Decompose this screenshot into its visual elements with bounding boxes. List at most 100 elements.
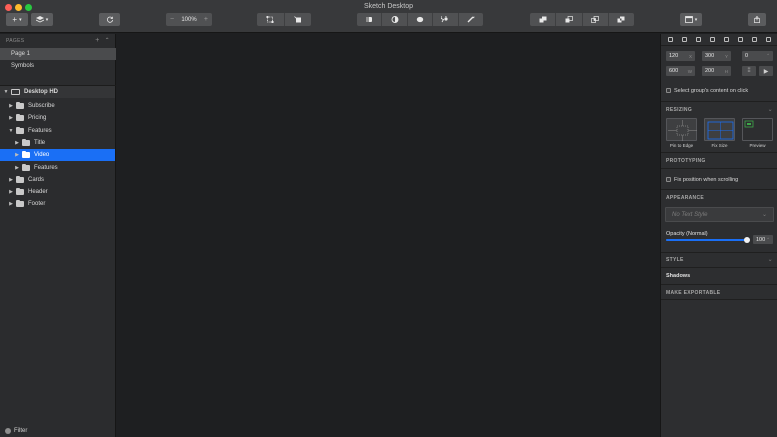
insert-button[interactable]: + ▾ xyxy=(6,13,28,26)
width-field[interactable]: 600 W xyxy=(666,66,695,76)
forward-backward-button[interactable] xyxy=(99,13,120,26)
inspector-divider xyxy=(661,101,777,102)
rotation-stepper-icon[interactable]: ⌃ xyxy=(766,53,770,59)
difference-button[interactable] xyxy=(609,13,634,26)
union-icon xyxy=(539,16,547,23)
zoom-out-button[interactable]: − xyxy=(170,16,174,23)
distribute-horizontal-icon[interactable] xyxy=(751,36,757,42)
view-button[interactable]: ▾ xyxy=(680,13,702,26)
y-position-field[interactable]: 300 Y xyxy=(702,51,731,61)
disclosure-open-icon[interactable]: ▼ xyxy=(8,128,14,134)
toolbar: Sketch Desktop + ▾ ▾ − 100% + ▾ xyxy=(0,0,777,33)
filter-bar[interactable]: Filter xyxy=(0,425,116,437)
disclosure-closed-icon[interactable]: ▶ xyxy=(14,140,20,146)
disclosure-closed-icon[interactable]: ▶ xyxy=(14,165,20,171)
distribute-vertical-icon[interactable] xyxy=(765,36,771,42)
rotate-copies-button[interactable] xyxy=(459,13,483,26)
layer-row[interactable]: ▶ Subscribe xyxy=(0,100,115,112)
export-section-header[interactable]: MAKE EXPORTABLE xyxy=(661,287,777,298)
artboard-row[interactable]: ▼ Desktop HD xyxy=(0,86,115,98)
align-center-icon[interactable] xyxy=(682,36,688,42)
layer-label: Pricing xyxy=(28,115,47,122)
text-style-select[interactable]: No Text Style ⌄ xyxy=(665,207,774,222)
subtract-button[interactable] xyxy=(556,13,583,26)
rotate-button[interactable] xyxy=(285,13,312,26)
union-button[interactable] xyxy=(530,13,557,26)
scale-icon xyxy=(391,16,399,23)
crop-button[interactable] xyxy=(257,13,285,26)
preview-option[interactable] xyxy=(742,118,773,141)
inspector-divider xyxy=(661,284,777,285)
subtract-icon xyxy=(565,16,573,23)
fix-position-checkbox[interactable] xyxy=(666,177,671,182)
pin-to-edge-option[interactable] xyxy=(666,118,697,141)
opacity-slider[interactable] xyxy=(666,237,750,243)
disclosure-closed-icon[interactable]: ▶ xyxy=(8,189,14,195)
layer-row[interactable]: ▶ Title xyxy=(0,137,115,149)
layer-row[interactable]: ▼ Features xyxy=(0,125,115,137)
layer-label: Features xyxy=(34,164,58,171)
mask-button[interactable] xyxy=(357,13,383,26)
edit-button[interactable] xyxy=(433,13,459,26)
crop-icon xyxy=(266,16,274,23)
disclosure-closed-icon[interactable]: ▶ xyxy=(8,103,14,109)
align-middle-icon[interactable] xyxy=(723,36,729,42)
lock-ratio-icon: ⁞⁞ xyxy=(747,68,751,74)
shadows-label[interactable]: Shadows xyxy=(666,273,690,279)
x-suffix: X xyxy=(688,53,692,59)
opacity-slider-fill xyxy=(666,239,750,241)
align-bottom-icon[interactable] xyxy=(737,36,743,42)
style-header: STYLE xyxy=(666,256,684,263)
layer-row[interactable]: ▶ Video xyxy=(0,149,115,162)
lock-ratio-button[interactable]: ⁞⁞ xyxy=(742,66,756,76)
filter-icon xyxy=(5,428,11,434)
layer-label: Title xyxy=(34,139,46,146)
disclosure-open-icon[interactable]: ▼ xyxy=(3,89,9,95)
folder-icon xyxy=(22,163,30,171)
zoom-control[interactable]: − 100% + xyxy=(166,13,212,26)
x-position-field[interactable]: 120 X xyxy=(666,51,695,61)
fix-size-option[interactable] xyxy=(704,118,735,141)
rotation-field[interactable]: 0 ⌃ xyxy=(742,51,773,61)
prototyping-section-header[interactable]: PROTOTYPING xyxy=(661,155,777,166)
flip-button[interactable]: ▶ xyxy=(759,66,773,76)
layer-row[interactable]: ▶ Header xyxy=(0,186,115,198)
style-section-header[interactable]: STYLE ⌄ xyxy=(661,254,777,265)
opacity-slider-knob[interactable] xyxy=(744,237,750,243)
appearance-section-header[interactable]: APPEARANCE xyxy=(661,192,777,203)
align-left-icon[interactable] xyxy=(668,36,674,42)
export-button[interactable] xyxy=(748,13,766,26)
layer-row[interactable]: ▶ Footer xyxy=(0,198,115,210)
refresh-icon xyxy=(106,16,113,23)
intersect-button[interactable] xyxy=(583,13,609,26)
opacity-stepper-icon[interactable]: ⌃ xyxy=(766,237,770,243)
disclosure-closed-icon[interactable]: ▶ xyxy=(8,201,14,207)
page-item[interactable]: Page 1 xyxy=(0,48,116,60)
inspector-panel: 120 X 300 Y 0 ⌃ 600 W 200 H ⁞⁞ ▶ Select … xyxy=(660,34,777,437)
layer-row[interactable]: ▶ Pricing xyxy=(0,112,115,124)
select-group-content-row[interactable]: Select group's content on click xyxy=(666,86,748,95)
height-field[interactable]: 200 H xyxy=(702,66,731,76)
select-group-content-checkbox[interactable] xyxy=(666,88,671,93)
add-page-button[interactable]: + xyxy=(95,37,99,44)
disclosure-closed-icon[interactable]: ▶ xyxy=(8,177,14,183)
scale-button[interactable] xyxy=(382,13,408,26)
layer-row[interactable]: ▶ Cards xyxy=(0,174,115,186)
align-top-icon[interactable] xyxy=(710,36,716,42)
opacity-field[interactable]: 100 ⌃ xyxy=(753,235,773,244)
flatten-button[interactable] xyxy=(408,13,434,26)
disclosure-closed-icon[interactable]: ▶ xyxy=(14,152,20,158)
fix-position-row[interactable]: Fix position when scrolling xyxy=(666,175,738,184)
canvas[interactable] xyxy=(117,34,659,437)
page-item[interactable]: Symbols xyxy=(0,60,116,72)
collapse-pages-button[interactable]: ⌃ xyxy=(105,37,110,44)
zoom-in-button[interactable]: + xyxy=(204,16,208,23)
layer-row[interactable]: ▶ Features xyxy=(0,162,115,174)
chevron-down-icon: ▾ xyxy=(45,16,49,23)
resizing-section-header[interactable]: RESIZING ⌄ xyxy=(661,104,777,115)
disclosure-closed-icon[interactable]: ▶ xyxy=(8,115,14,121)
create-symbol-button[interactable]: ▾ xyxy=(31,13,53,26)
layer-label: Features xyxy=(28,127,52,134)
width-suffix: W xyxy=(687,68,692,74)
align-right-icon[interactable] xyxy=(696,36,702,42)
